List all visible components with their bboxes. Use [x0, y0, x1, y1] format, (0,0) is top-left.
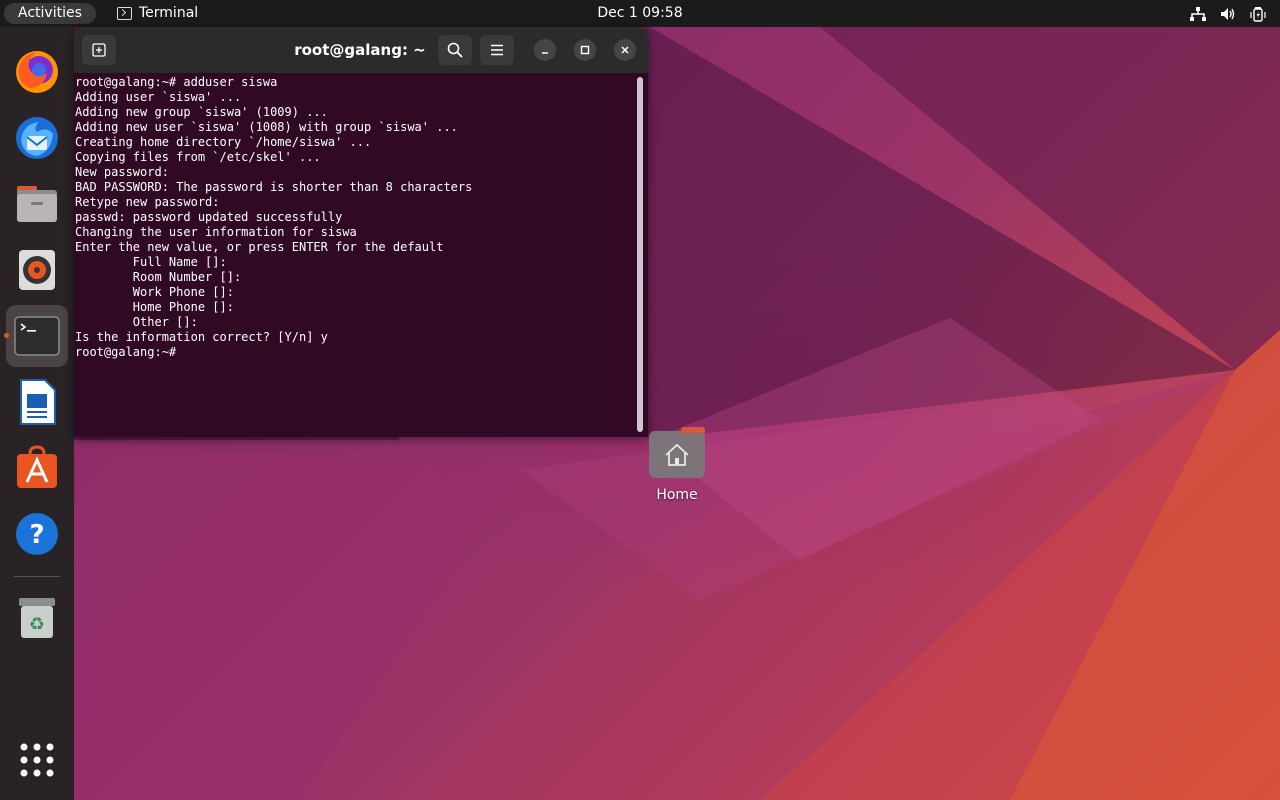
- rhythmbox-icon: [19, 250, 55, 290]
- terminal-line: Work Phone []:: [75, 285, 242, 299]
- terminal-line: Adding new user `siswa' (1008) with grou…: [75, 120, 458, 134]
- maximize-icon: [580, 45, 590, 55]
- terminal-line: Copying files from `/etc/skel' ...: [75, 150, 321, 164]
- software-icon: [17, 445, 57, 488]
- terminal-line: Adding user `siswa' ...: [75, 90, 242, 104]
- terminal-line: Home Phone []:: [75, 300, 242, 314]
- desktop-home-label[interactable]: Home: [637, 487, 717, 503]
- app-menu[interactable]: Terminal: [117, 0, 198, 27]
- menu-button[interactable]: [480, 35, 514, 65]
- app-grid-icon: [20, 743, 54, 777]
- svg-text:♻: ♻: [29, 614, 45, 635]
- maximize-button[interactable]: [574, 39, 596, 61]
- dock-item-terminal[interactable]: [6, 305, 68, 367]
- dock-item-trash[interactable]: ♻: [6, 587, 68, 649]
- search-icon: [447, 42, 463, 58]
- close-icon: [621, 46, 629, 54]
- clock[interactable]: Dec 1 09:58: [597, 5, 682, 21]
- terminal-running-indicator: [4, 333, 9, 338]
- dock-separator: [14, 576, 60, 577]
- files-icon: [17, 186, 57, 222]
- terminal-scrollbar[interactable]: [637, 77, 643, 432]
- firefox-icon: [16, 51, 58, 93]
- dock-item-app-grid[interactable]: [6, 729, 68, 791]
- terminal-headerbar[interactable]: root@galang: ~: [74, 27, 648, 73]
- home-icon: [665, 443, 689, 466]
- terminal-line: Room Number []:: [75, 270, 249, 284]
- minimize-button[interactable]: [534, 39, 556, 61]
- thunderbird-icon: [16, 117, 58, 159]
- dock-item-software[interactable]: [6, 437, 68, 499]
- new-tab-button[interactable]: [82, 35, 116, 65]
- minimize-icon: [542, 52, 548, 54]
- close-button[interactable]: [614, 39, 636, 61]
- terminal-line: passwd: password updated successfully: [75, 210, 343, 224]
- trash-icon: ♻: [19, 598, 55, 638]
- top-bar: Activities Terminal Dec 1 09:58: [0, 0, 1280, 27]
- dock: ? ♻: [0, 27, 74, 800]
- activities-button[interactable]: Activities: [4, 3, 96, 24]
- terminal-line: Adding new group `siswa' (1009) ...: [75, 105, 328, 119]
- terminal-output[interactable]: root@galang:~# adduser siswa Adding user …: [74, 73, 648, 437]
- terminal-line: Full Name []:: [75, 255, 234, 269]
- terminal-line: Retype new password:: [75, 195, 227, 209]
- network-icon: [1190, 6, 1206, 21]
- search-button[interactable]: [438, 35, 472, 65]
- new-tab-icon: [92, 43, 106, 57]
- hamburger-menu-icon: [491, 44, 503, 56]
- terminal-icon: [14, 316, 60, 356]
- terminal-line: root@galang:~# adduser siswa: [75, 75, 278, 89]
- app-menu-label: Terminal: [139, 5, 199, 21]
- terminal-line: root@galang:~#: [75, 345, 184, 359]
- battery-icon: [1250, 6, 1266, 22]
- terminal-line: Changing the user information for siswa: [75, 225, 357, 239]
- dock-item-help[interactable]: ?: [6, 503, 68, 565]
- dock-item-rhythmbox[interactable]: [6, 239, 68, 301]
- terminal-line: Creating home directory `/home/siswa' ..…: [75, 135, 372, 149]
- dock-item-files[interactable]: [6, 173, 68, 235]
- writer-icon: [20, 379, 56, 425]
- terminal-line: Enter the new value, or press ENTER for …: [75, 240, 444, 254]
- terminal-line: New password:: [75, 165, 177, 179]
- dock-item-thunderbird[interactable]: [6, 107, 68, 169]
- terminal-line: BAD PASSWORD: The password is shorter th…: [75, 180, 473, 194]
- dock-item-writer[interactable]: [6, 371, 68, 433]
- folder-tab: [681, 427, 705, 433]
- dock-item-firefox[interactable]: [6, 41, 68, 103]
- volume-icon: [1221, 7, 1235, 20]
- help-icon: ?: [16, 513, 58, 555]
- terminal-line: Other []:: [75, 315, 206, 329]
- terminal-app-icon: [117, 7, 132, 20]
- terminal-line: Is the information correct? [Y/n] y: [75, 330, 328, 344]
- desktop-home-folder[interactable]: [649, 427, 705, 478]
- svg-text:?: ?: [29, 520, 44, 550]
- terminal-window[interactable]: root@galang: ~ root@galang:~# adduser si…: [74, 27, 648, 437]
- system-tray[interactable]: [1190, 0, 1266, 27]
